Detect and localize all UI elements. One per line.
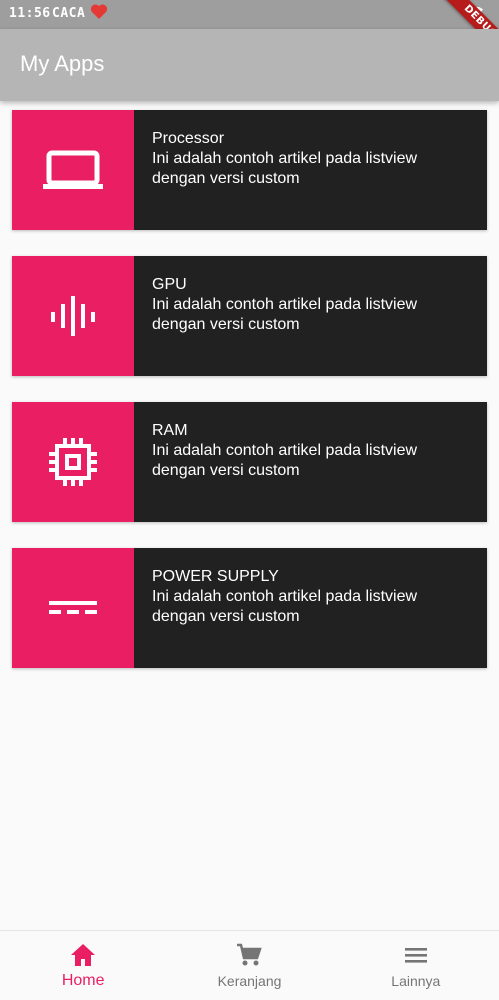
item-description: dengan versi custom [152, 462, 300, 479]
memory-chip-icon [12, 402, 134, 522]
shopping-cart-icon [236, 943, 263, 972]
nav-item-lainnya[interactable]: Lainnya [333, 931, 499, 1000]
item-title: GPU [152, 276, 187, 293]
item-description: Ini adalah contoh artikel pada listview [152, 442, 418, 459]
item-description: dengan versi custom [152, 170, 300, 187]
item-title: RAM [152, 422, 188, 439]
laptop-icon [12, 110, 134, 230]
item-description: dengan versi custom [152, 608, 300, 625]
status-bar: 11:56 CACA [0, 0, 499, 29]
nav-item-keranjang[interactable]: Keranjang [166, 931, 332, 1000]
article-list: Processor Ini adalah contoh artikel pada… [12, 110, 487, 694]
power-input-icon [12, 548, 134, 668]
nav-label-keranjang: Keranjang [217, 973, 282, 989]
home-icon [70, 943, 96, 972]
page-title: My Apps [20, 51, 105, 76]
bottom-navigation: Home Keranjang Lainnya [0, 930, 499, 1000]
item-title: Processor [152, 130, 225, 147]
list-item[interactable]: GPU Ini adalah contoh artikel pada listv… [12, 256, 487, 376]
list-item[interactable]: POWER SUPPLY Ini adalah contoh artikel p… [12, 548, 487, 668]
graphic-eq-icon [12, 256, 134, 376]
nav-label-home: Home [61, 972, 105, 989]
item-title: POWER SUPPLY [152, 568, 279, 585]
nav-item-home[interactable]: Home [0, 931, 166, 1000]
app-bar: My Apps [0, 29, 499, 101]
status-carrier: CACA [52, 6, 86, 21]
item-description: Ini adalah contoh artikel pada listview [152, 588, 418, 605]
item-description: Ini adalah contoh artikel pada listview [152, 296, 418, 313]
heart-icon [90, 3, 108, 24]
item-description: dengan versi custom [152, 316, 300, 333]
item-description: Ini adalah contoh artikel pada listview [152, 150, 418, 167]
status-time: 11:56 [9, 6, 51, 21]
menu-icon [403, 943, 429, 972]
list-item[interactable]: Processor Ini adalah contoh artikel pada… [12, 110, 487, 230]
list-item[interactable]: RAM Ini adalah contoh artikel pada listv… [12, 402, 487, 522]
nav-label-lainnya: Lainnya [391, 973, 441, 989]
